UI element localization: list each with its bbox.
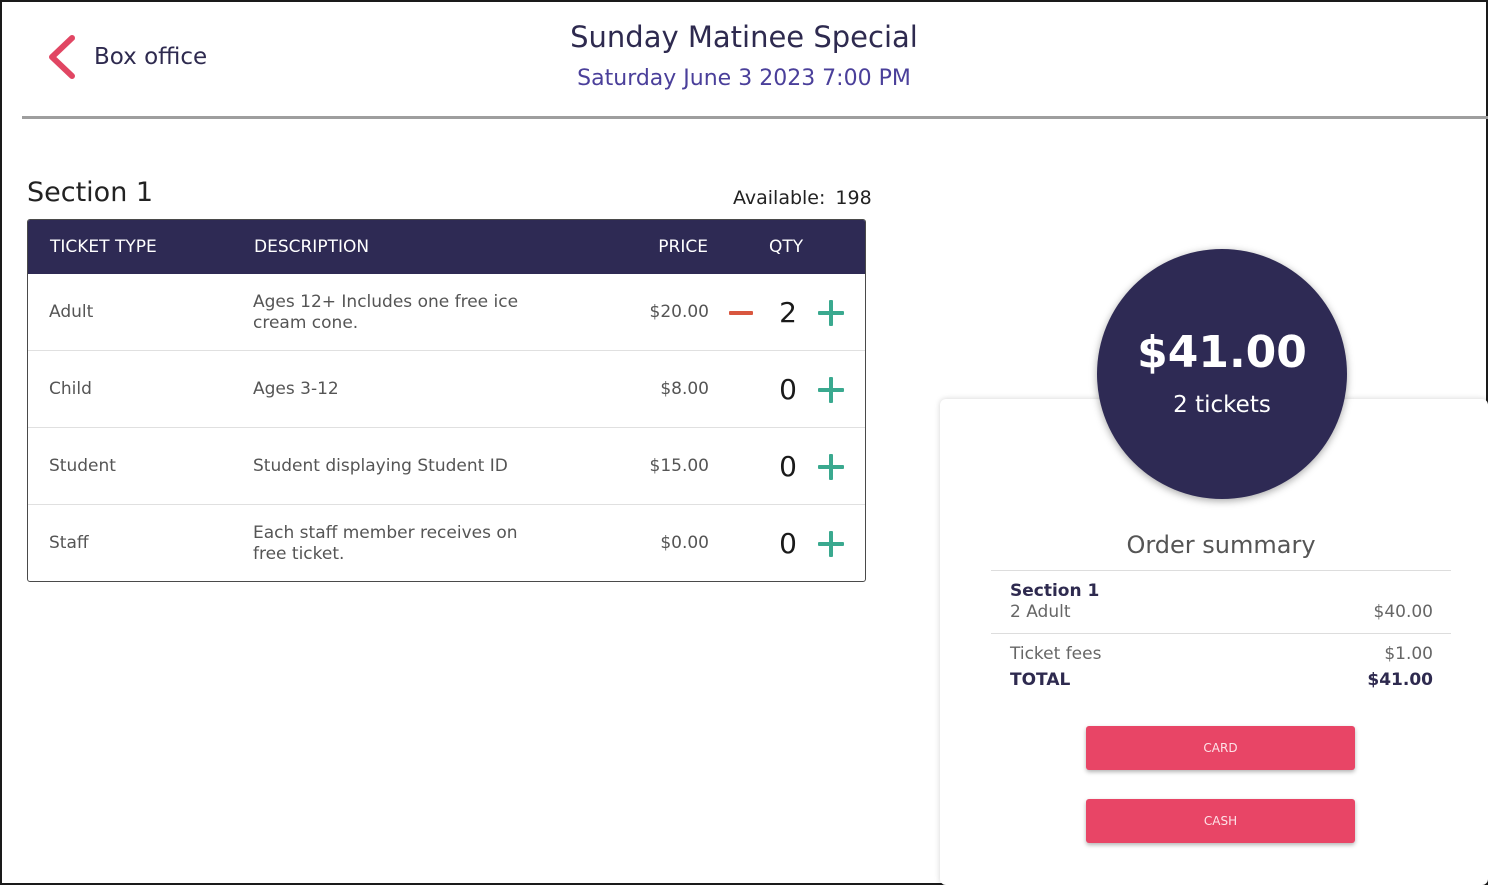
summary-line-amount: $40.00	[1373, 602, 1433, 622]
ticket-type: Staff	[49, 533, 89, 553]
ticket-qty: 2	[779, 296, 797, 329]
cash-payment-button[interactable]: CASH	[1086, 799, 1355, 843]
ticket-description: Ages 12+ Includes one free ice cream con…	[253, 291, 519, 333]
ticket-count: 2 tickets	[1173, 392, 1271, 418]
section-title: Section 1	[27, 177, 154, 208]
column-header-qty: QTY	[769, 237, 804, 257]
page-header: Box office Sunday Matinee Special Saturd…	[2, 2, 1486, 118]
ticket-description: Ages 3-12	[253, 379, 339, 399]
table-row-adult: Adult Ages 12+ Includes one free ice cre…	[28, 274, 865, 351]
ticket-description: Student displaying Student ID	[253, 456, 508, 476]
ticket-qty: 0	[779, 450, 797, 483]
table-row-child: Child Ages 3-12 $8.00 0	[28, 351, 865, 428]
available-label: Available:	[733, 187, 826, 209]
table-header: TICKET TYPE DESCRIPTION PRICE QTY	[28, 220, 865, 274]
available-count: 198	[835, 187, 872, 209]
ticket-qty: 0	[779, 373, 797, 406]
ticket-qty: 0	[779, 527, 797, 560]
page-title: Sunday Matinee Special	[570, 20, 918, 54]
summary-line-label: 2 Adult	[1010, 602, 1071, 622]
order-total-amount: $41.00	[1137, 327, 1307, 378]
order-total-badge: $41.00 2 tickets	[1097, 249, 1347, 499]
decrease-qty-button[interactable]	[726, 300, 758, 326]
ticket-fees-amount: $1.00	[1384, 644, 1433, 664]
increase-qty-button[interactable]	[816, 375, 846, 405]
column-header-ticket-type: TICKET TYPE	[50, 237, 157, 257]
ticket-type: Student	[49, 456, 116, 476]
summary-divider	[991, 633, 1451, 634]
ticket-fees-label: Ticket fees	[1010, 644, 1102, 664]
ticket-description: Each staff member receives on free ticke…	[253, 522, 518, 564]
ticket-price: $20.00	[649, 302, 709, 322]
summary-divider	[991, 570, 1451, 571]
event-date: Saturday June 3 2023 7:00 PM	[577, 66, 911, 91]
total-amount: $41.00	[1367, 670, 1433, 690]
total-label: TOTAL	[1010, 670, 1071, 690]
increase-qty-button[interactable]	[816, 298, 846, 328]
header-divider	[22, 116, 1488, 119]
ticket-price: $0.00	[660, 533, 709, 553]
summary-section-name: Section 1	[1010, 581, 1100, 601]
ticket-price: $15.00	[649, 456, 709, 476]
table-row-staff: Staff Each staff member receives on free…	[28, 505, 865, 581]
order-summary-title: Order summary	[1126, 531, 1316, 559]
increase-qty-button[interactable]	[816, 529, 846, 559]
column-header-price: PRICE	[658, 237, 708, 257]
ticket-table: TICKET TYPE DESCRIPTION PRICE QTY Adult …	[27, 219, 866, 582]
ticket-type: Adult	[49, 302, 94, 322]
availability: Available: 198	[733, 187, 872, 209]
ticket-type: Child	[49, 379, 92, 399]
ticket-price: $8.00	[660, 379, 709, 399]
column-header-description: DESCRIPTION	[254, 237, 370, 257]
card-payment-button[interactable]: CARD	[1086, 726, 1355, 770]
increase-qty-button[interactable]	[816, 452, 846, 482]
table-row-student: Student Student displaying Student ID $1…	[28, 428, 865, 505]
